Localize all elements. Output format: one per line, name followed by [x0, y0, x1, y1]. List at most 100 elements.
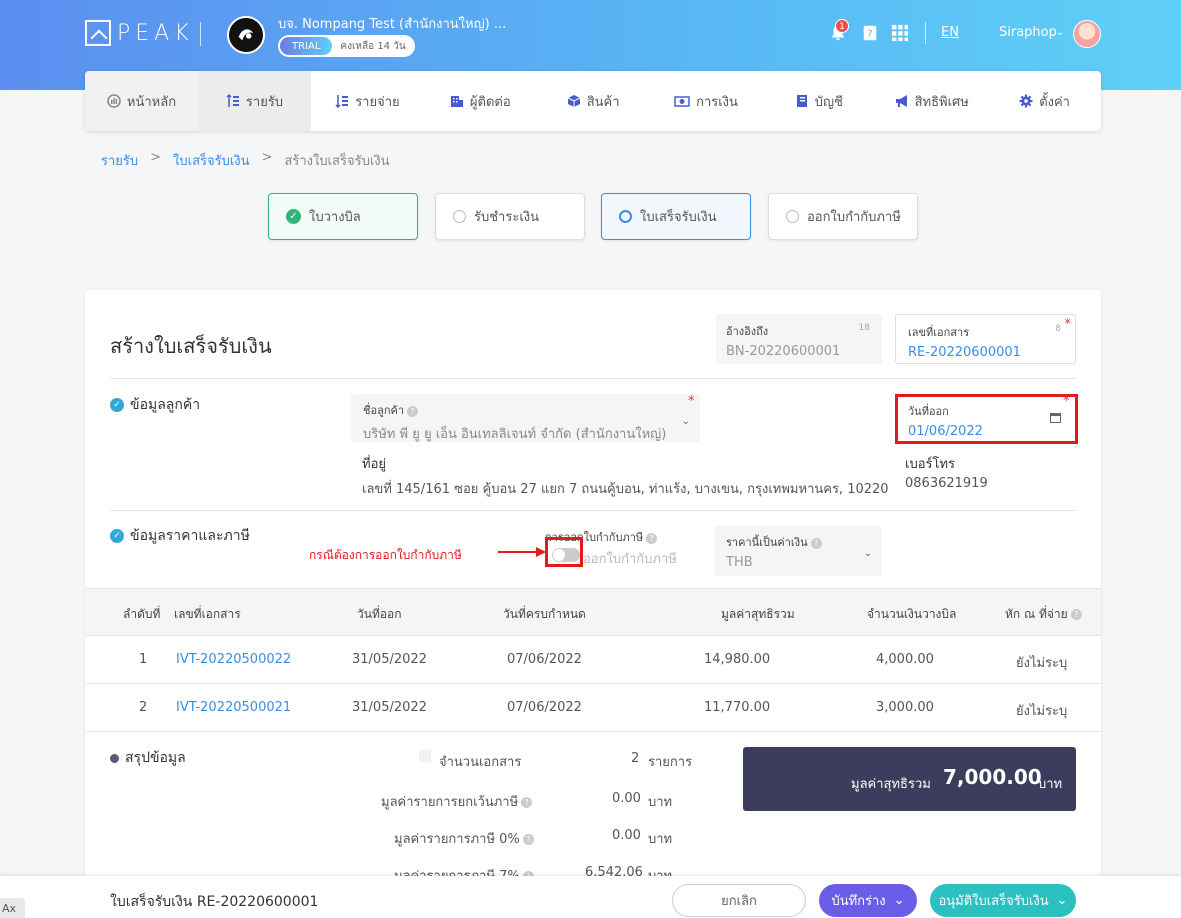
- step-label: ใบวางบิล: [309, 210, 361, 225]
- row-wht: ยังไม่ระบุ: [1016, 704, 1068, 719]
- product-icon: [567, 95, 580, 107]
- row-doc-link[interactable]: IVT-20220500021: [176, 700, 291, 715]
- step-label: รับชำระเงิน: [474, 210, 539, 225]
- tax-invoice-toggle-label: ออกใบกำกับภาษี: [583, 552, 677, 567]
- table-row[interactable]: 2 IVT-20220500021 31/05/2022 07/06/2022 …: [85, 684, 1101, 732]
- contacts-icon: [450, 96, 463, 107]
- currency-select[interactable]: ราคานี้เป็นค่าเงิน? THB ⌄: [714, 526, 882, 576]
- corner-tag[interactable]: Ax: [0, 898, 25, 918]
- logo-mark-icon: [85, 20, 111, 47]
- reference-field[interactable]: อ้างอิงถึง BN-20220600001 18: [716, 314, 882, 364]
- trial-badge[interactable]: TRIAL คงเหลือ 14 วัน: [278, 35, 415, 57]
- user-avatar[interactable]: [1073, 20, 1101, 48]
- customer-select[interactable]: ชื่อลูกค้า? บริษัท พี ยู ยู เอ็น อินเทลล…: [351, 394, 700, 442]
- doc-count-value: 2: [631, 751, 640, 766]
- nav-label: บัญชี: [814, 94, 843, 110]
- col-issue: วันที่ออก: [357, 607, 402, 621]
- nav-item-expense[interactable]: รายจ่าย: [311, 71, 424, 131]
- nav-label: ตั้งค่า: [1039, 94, 1070, 110]
- step-receipt[interactable]: ใบเสร็จรับเงิน: [601, 193, 751, 240]
- issue-date-label: วันที่ออก: [908, 405, 949, 418]
- nav-label: รายรับ: [245, 94, 284, 110]
- company-avatar[interactable]: [227, 16, 265, 54]
- main-nav: หน้าหลัก รายรับ รายจ่าย ผู้ติดต่อ สินค้า…: [85, 71, 1101, 131]
- total-value: 7,000.00: [943, 765, 1042, 789]
- reference-label: อ้างอิงถึง: [726, 325, 769, 338]
- step-payment[interactable]: รับชำระเงิน: [435, 193, 585, 240]
- nav-item-settings[interactable]: ตั้งค่า: [988, 71, 1101, 131]
- receipt-form-card: สร้างใบเสร็จรับเงิน อ้างอิงถึง BN-202206…: [85, 290, 1101, 880]
- trial-tag: TRIAL: [280, 37, 333, 55]
- nav-item-income[interactable]: รายรับ: [198, 71, 311, 131]
- money-icon: [674, 96, 690, 107]
- approve-receipt-button[interactable]: อนุมัติใบเสร็จรับเงิน ⌄: [930, 884, 1076, 917]
- row-issue: 31/05/2022: [352, 652, 427, 667]
- doc-number-field[interactable]: เลขที่เอกสาร RE-20220600001 8 *: [895, 314, 1076, 364]
- apps-grid-icon[interactable]: [891, 24, 909, 42]
- help-icon[interactable]: ?: [521, 797, 533, 808]
- help-icon[interactable]: ?: [1070, 609, 1082, 620]
- breadcrumb: รายรับ > ใบเสร็จรับเงิน > สร้างใบเสร็จรั…: [101, 150, 390, 171]
- total-unit: บาท: [1038, 777, 1063, 792]
- dashboard-icon: [107, 94, 121, 108]
- help-icon[interactable]: ?: [861, 24, 879, 42]
- row-issue: 31/05/2022: [352, 700, 427, 715]
- language-switch[interactable]: EN: [941, 25, 959, 40]
- nav-item-home[interactable]: หน้าหลัก: [85, 71, 198, 131]
- nav-label: รายจ่าย: [355, 94, 400, 110]
- doc-count-label: จำนวนเอกสาร: [439, 755, 522, 770]
- nav-item-accounting[interactable]: บัญชี: [762, 71, 875, 131]
- nav-label: สินค้า: [586, 94, 620, 110]
- divider: [110, 510, 1076, 511]
- col-doc: เลขที่เอกสาร: [174, 607, 241, 621]
- zero-rate-label: มูลค่ารายการภาษี 0%?: [394, 828, 534, 849]
- currency-value: THB: [726, 555, 753, 570]
- currency-label: ราคานี้เป็นค่าเงิน: [726, 536, 808, 549]
- row-billed: 4,000.00: [876, 652, 934, 667]
- checkbox[interactable]: [419, 750, 431, 762]
- nav-item-products[interactable]: สินค้า: [537, 71, 650, 131]
- row-no: 1: [139, 652, 148, 667]
- doc-number-label: เลขที่เอกสาร: [908, 326, 970, 339]
- phone-label: เบอร์โทร: [905, 457, 956, 472]
- help-icon[interactable]: ?: [646, 532, 658, 544]
- cancel-button[interactable]: ยกเลิก: [672, 884, 806, 917]
- notification-badge: 1: [835, 19, 849, 33]
- step-tax-invoice[interactable]: ออกใบกำกับภาษี: [768, 193, 918, 240]
- customer-value: บริษัท พี ยู ยู เอ็น อินเทลลิเจนท์ จำกัด…: [363, 427, 667, 442]
- calendar-icon[interactable]: [1050, 413, 1061, 423]
- issue-date-value: 01/06/2022: [908, 424, 983, 439]
- exempt-value: 0.00: [612, 791, 641, 806]
- help-icon[interactable]: ?: [810, 537, 822, 549]
- step-billing[interactable]: ✓ ใบวางบิล: [268, 193, 418, 240]
- issue-date-field[interactable]: วันที่ออก 01/06/2022: [895, 394, 1078, 444]
- breadcrumb-income[interactable]: รายรับ: [101, 150, 138, 171]
- chevron-down-icon: ⌄: [863, 548, 872, 559]
- help-icon[interactable]: ?: [522, 834, 534, 845]
- nav-item-contacts[interactable]: ผู้ติดต่อ: [424, 71, 537, 131]
- breadcrumb-separator: >: [261, 150, 273, 165]
- megaphone-icon: [895, 95, 907, 107]
- save-draft-button[interactable]: บันทึกร่าง ⌄: [819, 884, 917, 917]
- breadcrumb-separator: >: [150, 150, 162, 165]
- circle-icon: [619, 210, 632, 223]
- company-name[interactable]: บจ. Nompang Test (สำนักงานใหญ่) ...: [278, 13, 506, 34]
- expense-icon: [335, 95, 349, 108]
- header-divider: [925, 22, 926, 44]
- nav-label: หน้าหลัก: [126, 94, 177, 110]
- row-doc-link[interactable]: IVT-20220500022: [176, 652, 291, 667]
- row-net: 11,770.00: [704, 700, 771, 715]
- table-row[interactable]: 1 IVT-20220500022 31/05/2022 07/06/2022 …: [85, 636, 1101, 684]
- nav-item-finance[interactable]: การเงิน: [650, 71, 763, 131]
- help-icon[interactable]: ?: [407, 405, 419, 417]
- chevron-down-icon[interactable]: ⌄: [1056, 27, 1064, 38]
- nav-item-privileges[interactable]: สิทธิพิเศษ: [875, 71, 988, 131]
- row-billed: 3,000.00: [876, 700, 934, 715]
- username[interactable]: Siraphop: [999, 25, 1057, 40]
- peak-logo[interactable]: PEAK: [85, 20, 194, 47]
- tax-invoice-toggle-highlight: [545, 537, 583, 567]
- breadcrumb-receipts[interactable]: ใบเสร็จรับเงิน: [173, 150, 250, 171]
- total-summary-box: มูลค่าสุทธิรวม 7,000.00 บาท: [743, 747, 1076, 811]
- tax-invoice-toggle[interactable]: [552, 548, 580, 562]
- nav-label: สิทธิพิเศษ: [914, 94, 969, 110]
